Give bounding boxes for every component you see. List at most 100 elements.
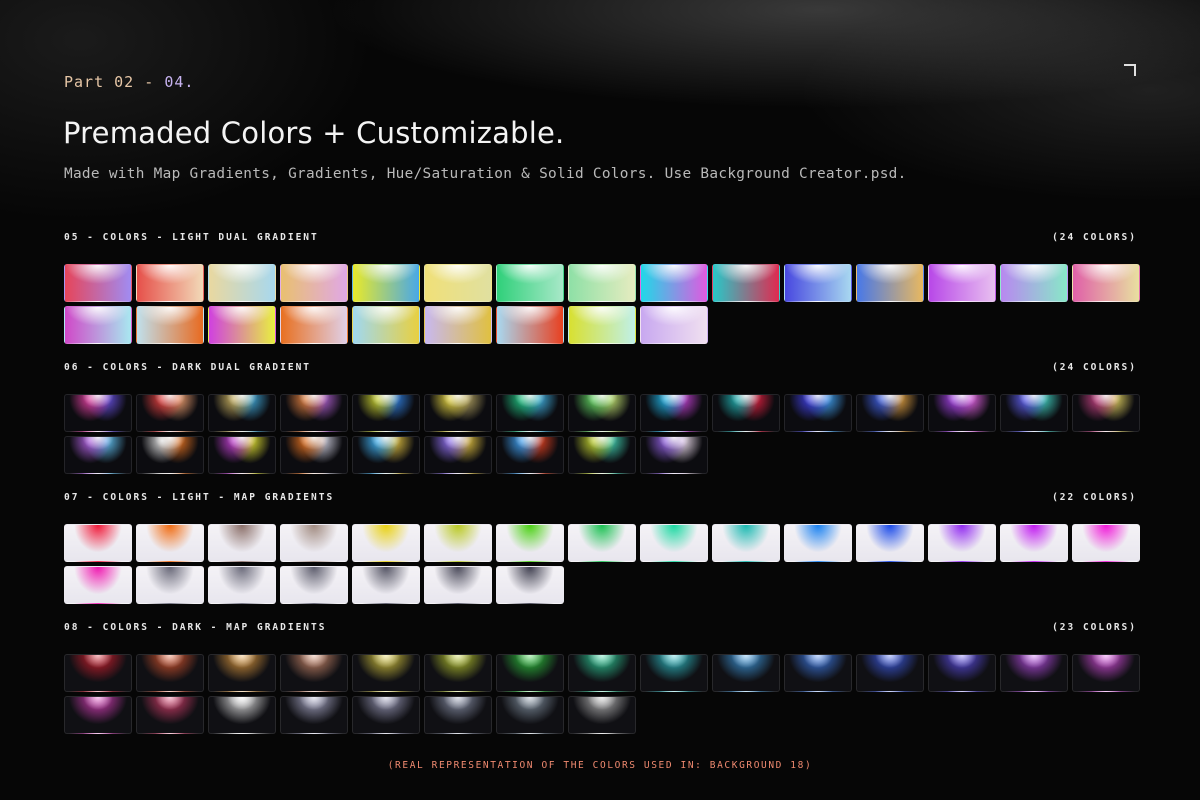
color-swatch xyxy=(136,566,204,604)
color-swatch xyxy=(784,394,852,432)
color-swatch xyxy=(352,436,420,474)
section-header: 07 - COLORS - LIGHT - MAP GRADIENTS (22 … xyxy=(64,492,1137,506)
color-swatch xyxy=(424,524,492,562)
color-swatch xyxy=(496,566,564,604)
color-swatch xyxy=(568,696,636,734)
color-swatch xyxy=(352,654,420,692)
color-swatch xyxy=(856,264,924,302)
color-swatch xyxy=(280,524,348,562)
color-swatch xyxy=(208,436,276,474)
color-swatch xyxy=(64,566,132,604)
section-title: 07 - COLORS - LIGHT - MAP GRADIENTS xyxy=(64,492,335,503)
color-swatch xyxy=(640,394,708,432)
swatch-grid xyxy=(64,654,1140,734)
section-light-dual-gradient: 05 - COLORS - LIGHT DUAL GRADIENT (24 CO… xyxy=(64,232,1140,344)
section-count: (22 COLORS) xyxy=(1052,492,1137,503)
color-swatch xyxy=(424,264,492,302)
color-swatch xyxy=(928,394,996,432)
color-swatch xyxy=(496,654,564,692)
corner-mark-icon xyxy=(1124,64,1136,76)
color-swatch xyxy=(424,306,492,344)
color-swatch xyxy=(712,394,780,432)
color-swatch xyxy=(208,654,276,692)
color-swatch xyxy=(856,654,924,692)
color-swatch xyxy=(496,436,564,474)
color-swatch xyxy=(568,264,636,302)
color-swatch xyxy=(424,436,492,474)
color-swatch xyxy=(352,306,420,344)
color-swatch xyxy=(208,306,276,344)
color-swatch xyxy=(928,524,996,562)
color-swatch xyxy=(280,436,348,474)
section-title: 06 - COLORS - DARK DUAL GRADIENT xyxy=(64,362,312,373)
page-title: Premaded Colors + Customizable. xyxy=(63,116,565,150)
color-swatch xyxy=(424,566,492,604)
section-count: (24 COLORS) xyxy=(1052,232,1137,243)
color-swatch xyxy=(280,696,348,734)
color-swatch xyxy=(496,696,564,734)
color-swatch xyxy=(1000,394,1068,432)
color-swatch xyxy=(640,654,708,692)
color-swatch xyxy=(136,696,204,734)
color-swatch xyxy=(424,394,492,432)
color-swatch xyxy=(208,566,276,604)
color-swatch xyxy=(280,566,348,604)
color-swatch xyxy=(856,524,924,562)
part-number: 04. xyxy=(164,73,195,91)
section-count: (23 COLORS) xyxy=(1052,622,1137,633)
color-swatch xyxy=(64,696,132,734)
color-swatch xyxy=(1072,264,1140,302)
color-swatch xyxy=(280,306,348,344)
color-swatch xyxy=(640,306,708,344)
color-swatch xyxy=(784,524,852,562)
section-dark-dual-gradient: 06 - COLORS - DARK DUAL GRADIENT (24 COL… xyxy=(64,362,1140,474)
color-swatch xyxy=(568,654,636,692)
color-swatch xyxy=(424,654,492,692)
color-swatch xyxy=(64,654,132,692)
color-swatch xyxy=(712,654,780,692)
color-swatch xyxy=(1000,654,1068,692)
color-swatch xyxy=(208,264,276,302)
color-swatch xyxy=(568,394,636,432)
color-swatch xyxy=(136,436,204,474)
color-swatch xyxy=(928,264,996,302)
section-title: 05 - COLORS - LIGHT DUAL GRADIENT xyxy=(64,232,319,243)
color-swatch xyxy=(136,654,204,692)
color-swatch xyxy=(352,524,420,562)
color-swatch xyxy=(856,394,924,432)
color-swatch xyxy=(208,696,276,734)
color-swatch xyxy=(64,524,132,562)
section-header: 05 - COLORS - LIGHT DUAL GRADIENT (24 CO… xyxy=(64,232,1137,246)
color-swatch xyxy=(640,264,708,302)
swatch-grid xyxy=(64,524,1140,604)
color-swatch xyxy=(64,436,132,474)
color-swatch xyxy=(712,524,780,562)
color-swatch xyxy=(280,654,348,692)
color-swatch xyxy=(784,654,852,692)
color-swatch xyxy=(136,306,204,344)
footer-note: (REAL REPRESENTATION OF THE COLORS USED … xyxy=(387,760,813,771)
section-header: 08 - COLORS - DARK - MAP GRADIENTS (23 C… xyxy=(64,622,1137,636)
color-swatch xyxy=(496,306,564,344)
color-swatch xyxy=(136,264,204,302)
swatch-grid xyxy=(64,264,1140,344)
color-swatch xyxy=(64,306,132,344)
color-swatch xyxy=(352,566,420,604)
color-swatch xyxy=(784,264,852,302)
color-swatch xyxy=(352,696,420,734)
part-label: Part 02 - xyxy=(64,73,165,91)
color-swatch xyxy=(928,654,996,692)
color-swatch xyxy=(712,264,780,302)
color-swatch xyxy=(1072,394,1140,432)
color-swatch xyxy=(136,524,204,562)
color-swatch xyxy=(64,264,132,302)
color-swatch xyxy=(1072,524,1140,562)
section-light-map-gradients: 07 - COLORS - LIGHT - MAP GRADIENTS (22 … xyxy=(64,492,1140,604)
section-title: 08 - COLORS - DARK - MAP GRADIENTS xyxy=(64,622,327,633)
color-swatch xyxy=(352,394,420,432)
color-swatch xyxy=(568,524,636,562)
color-swatch xyxy=(640,524,708,562)
color-swatch xyxy=(208,394,276,432)
section-dark-map-gradients: 08 - COLORS - DARK - MAP GRADIENTS (23 C… xyxy=(64,622,1140,734)
page-subtitle: Made with Map Gradients, Gradients, Hue/… xyxy=(64,166,907,182)
